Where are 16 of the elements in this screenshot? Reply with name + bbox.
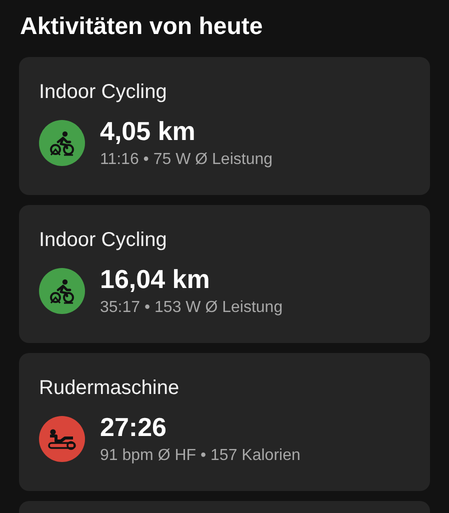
activity-value: 4,05 km — [100, 115, 196, 147]
activity-card[interactable]: Indoor Cycling 16,04 km 35:17 • 153 W Ø Leistung — [19, 205, 430, 343]
bike-icon — [49, 278, 75, 304]
activity-name: Rudermaschine — [39, 376, 180, 401]
activity-details: 35:17 • 153 W Ø Leistung — [100, 298, 283, 318]
bike-icon — [49, 130, 75, 156]
activity-value: 16,04 km — [100, 263, 211, 295]
activity-card[interactable]: Indoor Cycling 4,05 km 11:16 • 75 W Ø Leistung — [19, 57, 430, 195]
activity-value: 27:26 — [100, 411, 168, 443]
activity-details: 91 bpm Ø HF • 157 Kalorien — [100, 446, 300, 466]
activity-name: Indoor Cycling — [39, 228, 168, 253]
rowing-icon — [47, 426, 77, 452]
activity-card[interactable]: Rudermaschine 27:26 91 bpm Ø HF • 157 Kalorien — [19, 353, 430, 491]
page-title: Aktivitäten von heute — [20, 12, 264, 42]
activity-name: Indoor Cycling — [39, 80, 168, 105]
activity-details: 11:16 • 75 W Ø Leistung — [100, 150, 273, 170]
